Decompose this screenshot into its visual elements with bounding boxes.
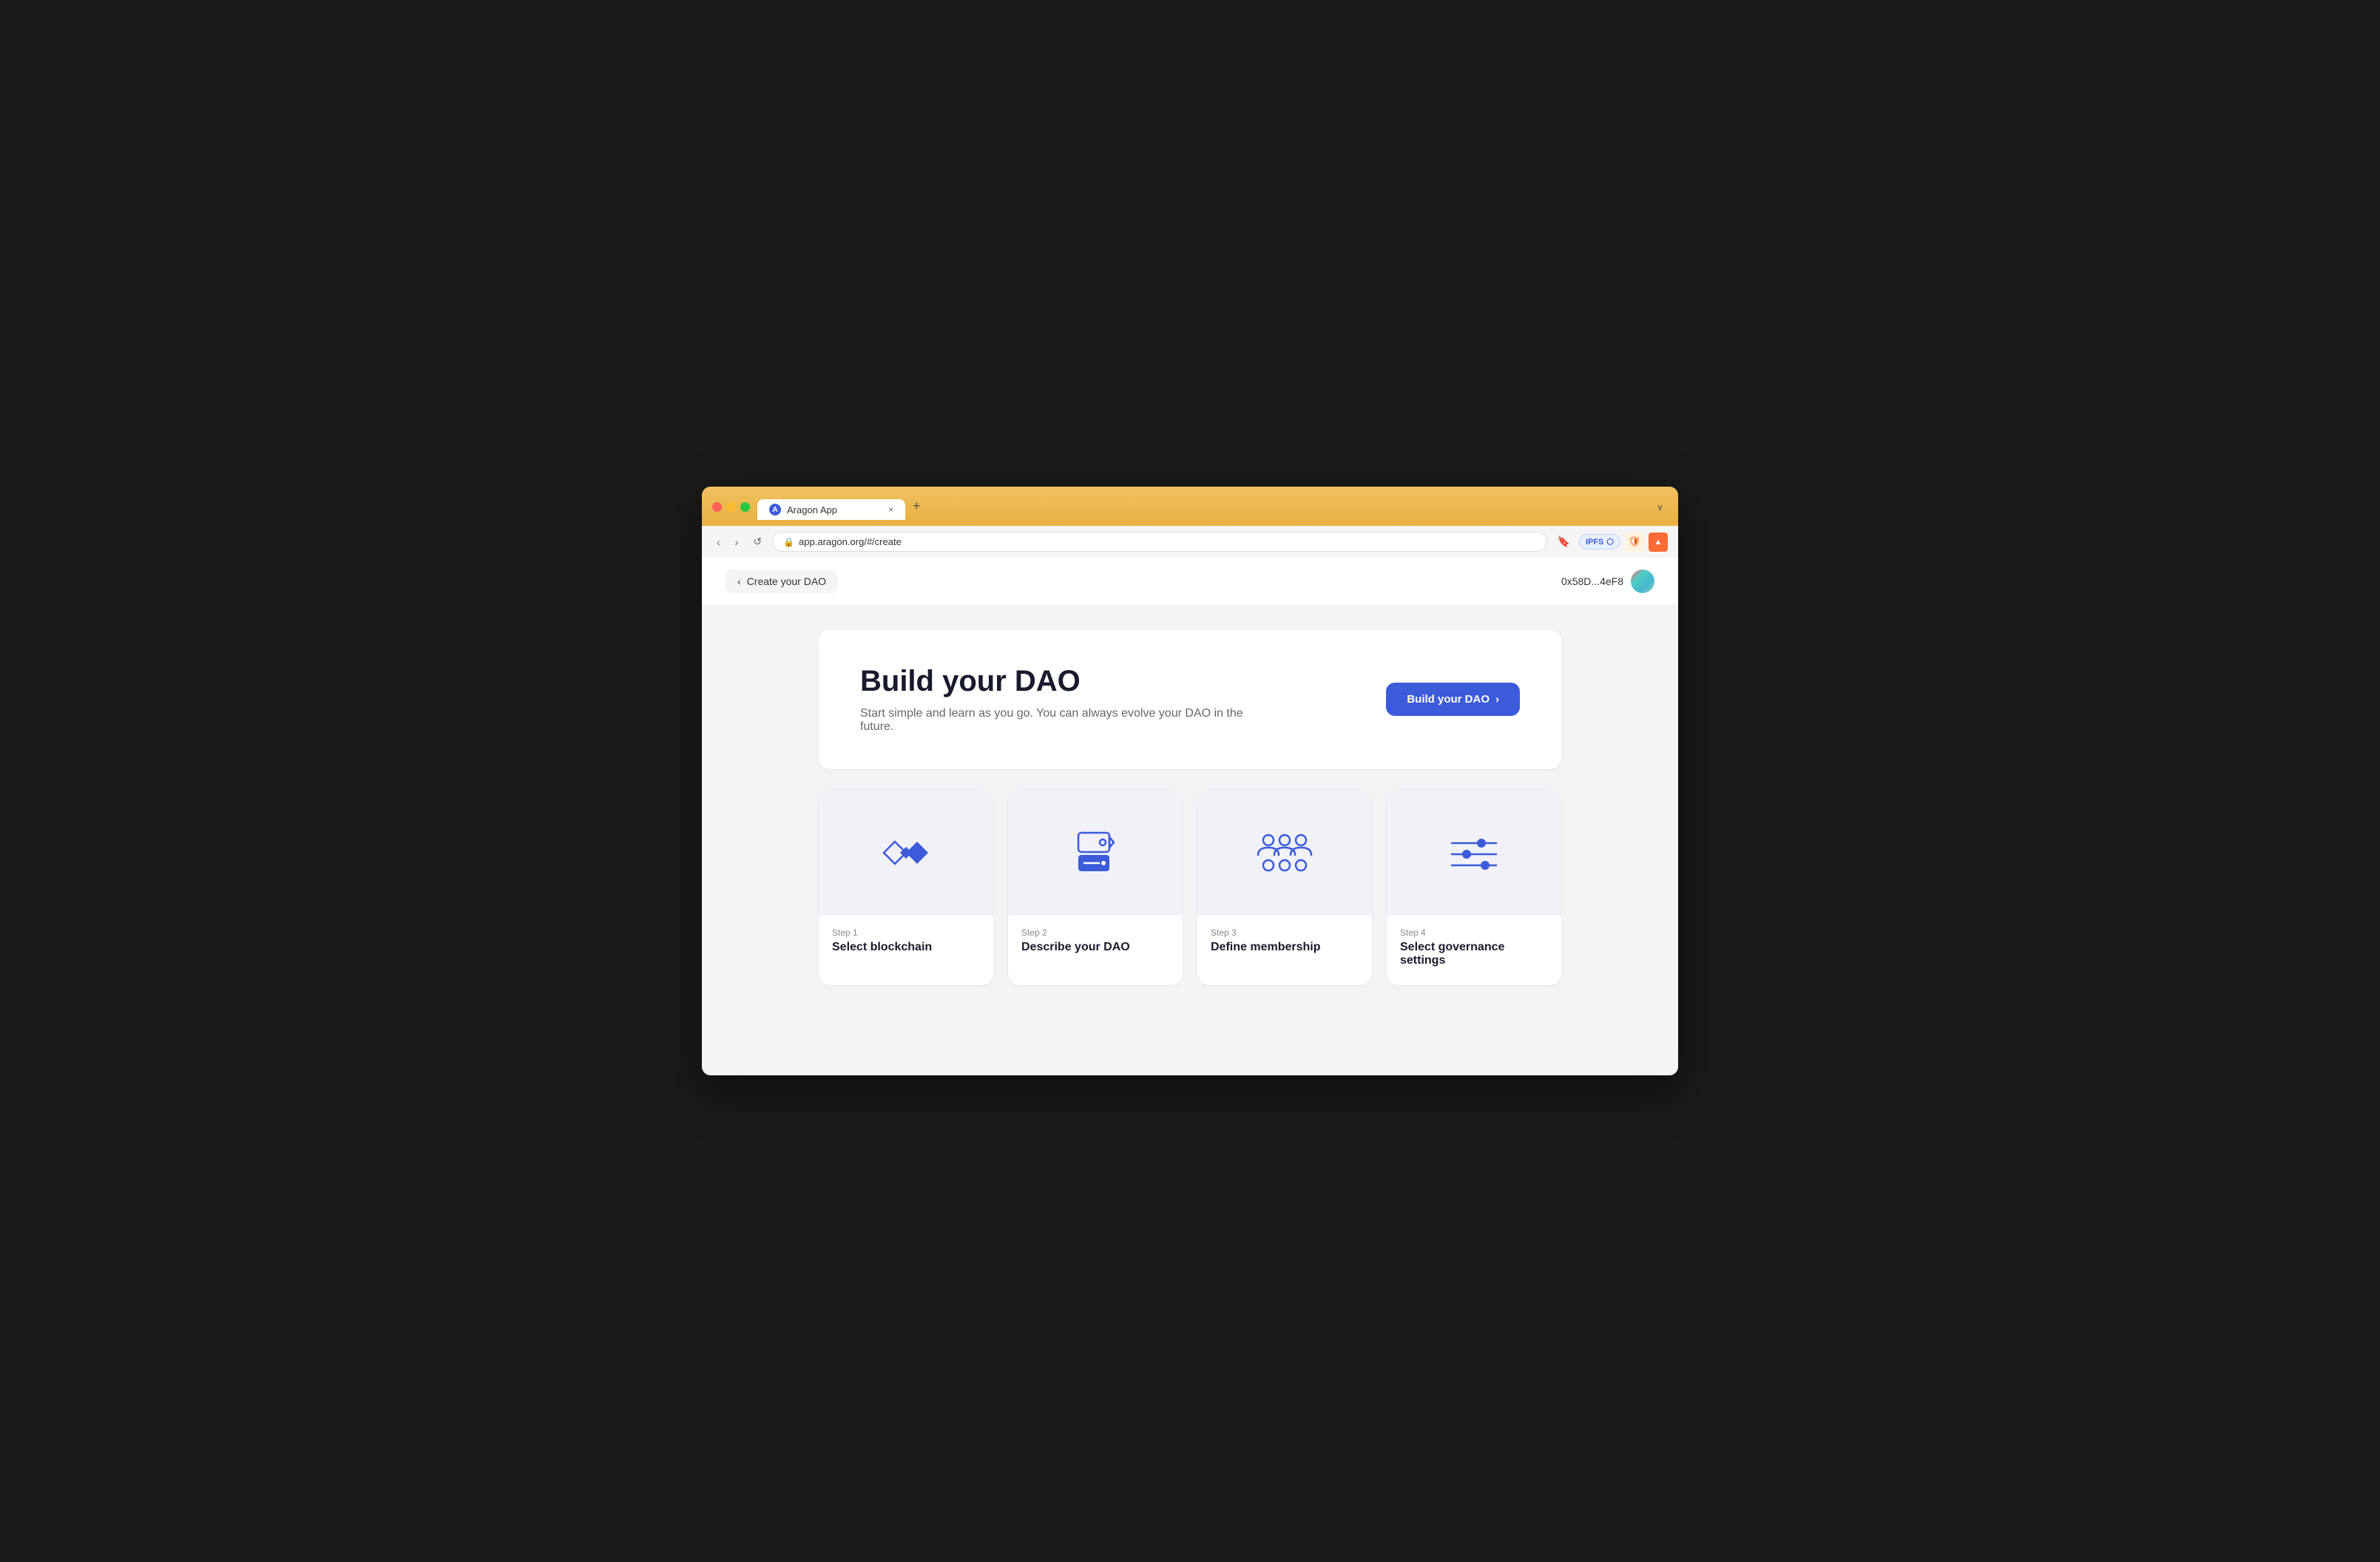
step-number-1: Step 1 xyxy=(832,927,980,938)
bookmark-button[interactable]: 🔖 xyxy=(1553,532,1575,551)
steps-grid: Step 1 Select blockchain xyxy=(819,790,1561,985)
brave-button[interactable]: ▲ xyxy=(1649,532,1668,552)
build-dao-label: Build your DAO xyxy=(1407,693,1490,706)
step-info-1: Step 1 Select blockchain xyxy=(819,916,993,972)
step-info-2: Step 2 Describe your DAO xyxy=(1008,916,1183,972)
close-traffic-light[interactable] xyxy=(712,502,722,512)
shield-button[interactable]: 🛡 xyxy=(1625,532,1644,552)
step-info-4: Step 4 Select governance settings xyxy=(1387,916,1561,985)
membership-icon xyxy=(1248,827,1322,879)
page-content: ‹ Create your DAO 0x58D...4eF8 Build you… xyxy=(702,558,1678,1075)
build-dao-button[interactable]: Build your DAO › xyxy=(1386,683,1520,716)
tab-title: Aragon App xyxy=(787,504,837,515)
step-icon-area-1 xyxy=(819,790,993,916)
hero-text: Build your DAO Start simple and learn as… xyxy=(860,665,1245,734)
step-title-2: Describe your DAO xyxy=(1021,941,1169,954)
toolbar-right: 🔖 IPFS ⬡ 🛡 ▲ xyxy=(1553,532,1669,552)
describe-icon xyxy=(1062,827,1129,879)
traffic-lights xyxy=(712,502,750,512)
lock-icon: 🔒 xyxy=(783,537,794,547)
step-icon-area-4 xyxy=(1387,790,1561,916)
step-icon-area-2 xyxy=(1008,790,1183,916)
tab-close-button[interactable]: × xyxy=(888,504,893,515)
step-title-1: Select blockchain xyxy=(832,941,980,954)
maximize-traffic-light[interactable] xyxy=(740,502,750,512)
hero-description: Start simple and learn as you go. You ca… xyxy=(860,707,1245,734)
address-bar[interactable]: 🔒 app.aragon.org/#/create xyxy=(772,532,1546,552)
back-arrow-icon: ‹ xyxy=(737,575,741,587)
step-title-3: Define membership xyxy=(1211,941,1359,954)
back-to-home-button[interactable]: ‹ Create your DAO xyxy=(726,569,838,593)
step-card-2[interactable]: Step 2 Describe your DAO xyxy=(1008,790,1183,985)
main-content: Build your DAO Start simple and learn as… xyxy=(783,606,1597,1009)
back-button-label: Create your DAO xyxy=(747,575,826,587)
browser-window: A Aragon App × + ∨ ‹ › ↺ 🔒 app.aragon.or… xyxy=(702,487,1678,1075)
blockchain-icon xyxy=(873,827,939,879)
tab-favicon: A xyxy=(769,504,781,515)
wallet-address: 0x58D...4eF8 xyxy=(1561,575,1623,587)
url-display: app.aragon.org/#/create xyxy=(799,536,902,547)
browser-titlebar: A Aragon App × + ∨ xyxy=(702,487,1678,526)
ipfs-icon: ⬡ xyxy=(1606,537,1614,547)
browser-tab[interactable]: A Aragon App × xyxy=(757,499,905,520)
build-dao-arrow: › xyxy=(1495,693,1499,706)
app-header: ‹ Create your DAO 0x58D...4eF8 xyxy=(702,558,1678,606)
back-button[interactable]: ‹ xyxy=(712,533,725,551)
user-avatar xyxy=(1631,569,1654,593)
step-card-4[interactable]: Step 4 Select governance settings xyxy=(1387,790,1561,985)
step-title-4: Select governance settings xyxy=(1400,941,1548,967)
step-number-2: Step 2 xyxy=(1021,927,1169,938)
forward-button[interactable]: › xyxy=(731,533,743,551)
browser-toolbar: ‹ › ↺ 🔒 app.aragon.org/#/create 🔖 IPFS ⬡… xyxy=(702,526,1678,558)
step-card-3[interactable]: Step 3 Define membership xyxy=(1197,790,1372,985)
step-icon-area-3 xyxy=(1197,790,1372,916)
new-tab-button[interactable]: + xyxy=(905,494,928,518)
step-number-3: Step 3 xyxy=(1211,927,1359,938)
ipfs-badge[interactable]: IPFS ⬡ xyxy=(1579,534,1620,550)
wallet-display: 0x58D...4eF8 xyxy=(1561,569,1654,593)
minimize-traffic-light[interactable] xyxy=(726,502,736,512)
ipfs-label: IPFS xyxy=(1586,538,1603,547)
step-card-1[interactable]: Step 1 Select blockchain xyxy=(819,790,993,985)
step-number-4: Step 4 xyxy=(1400,927,1548,938)
hero-card: Build your DAO Start simple and learn as… xyxy=(819,629,1561,769)
tab-expand-button[interactable]: ∨ xyxy=(1652,498,1668,517)
hero-title: Build your DAO xyxy=(860,665,1245,698)
refresh-button[interactable]: ↺ xyxy=(748,532,766,551)
step-info-3: Step 3 Define membership xyxy=(1197,916,1372,972)
governance-icon xyxy=(1441,827,1507,879)
